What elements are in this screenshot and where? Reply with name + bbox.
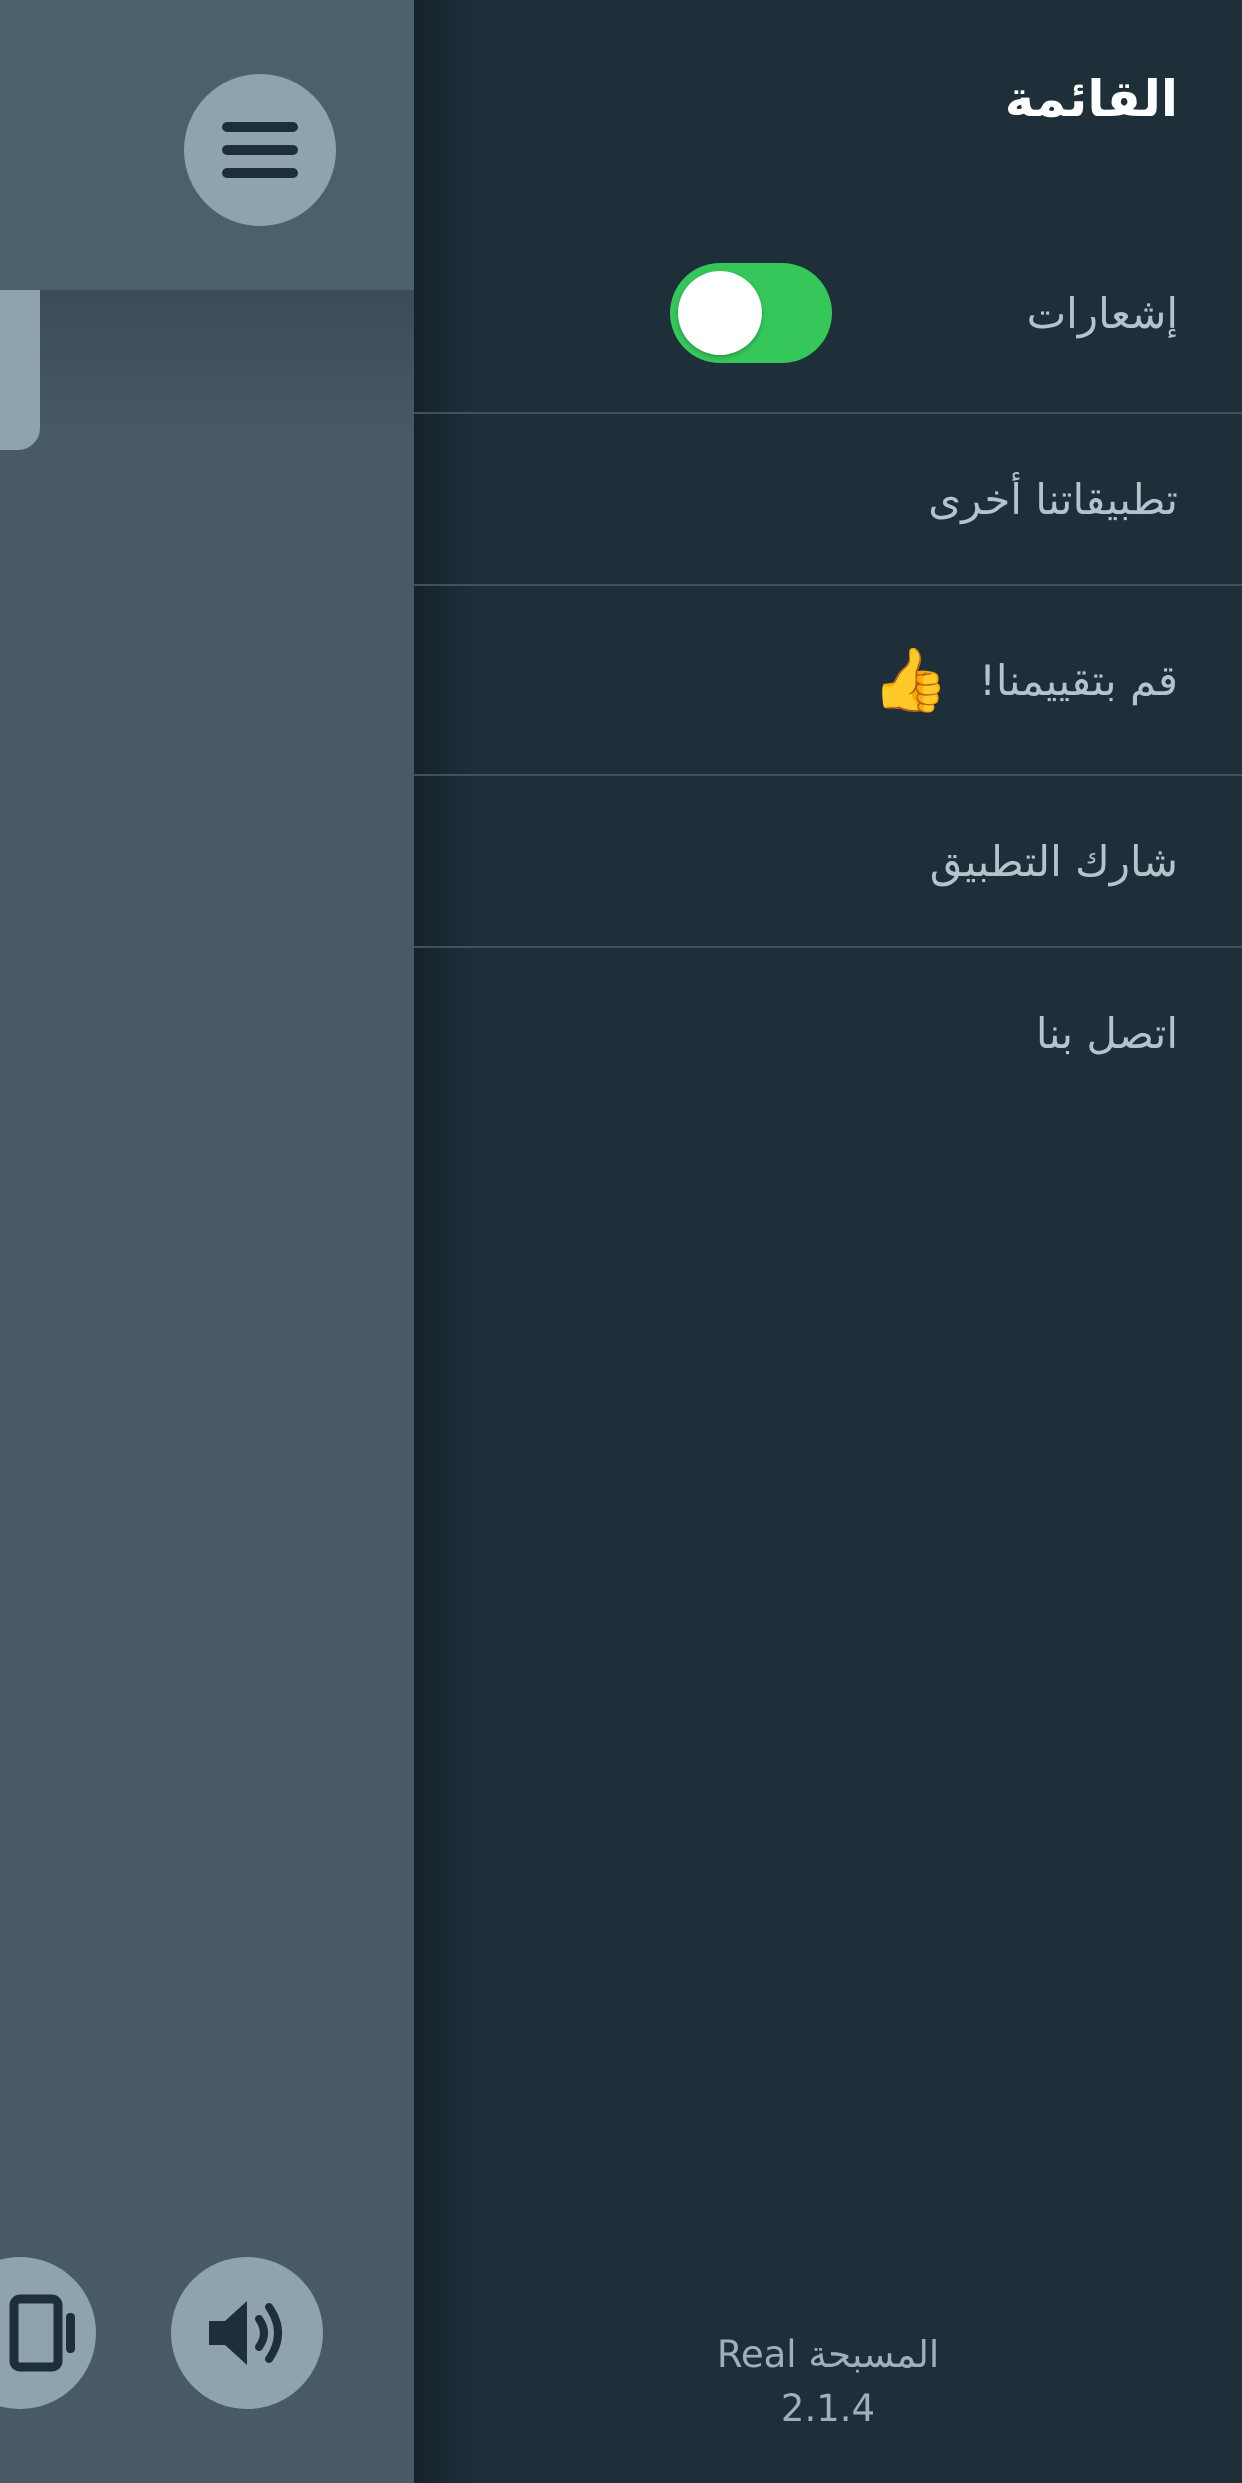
side-drawer: القائمة إشعارات تطبيقاتنا أخرى قم بتقييم…: [414, 0, 1242, 2483]
app-version: 2.1.4: [780, 2387, 876, 2430]
speaker-icon: [209, 2301, 282, 2365]
menu-button[interactable]: [184, 74, 336, 226]
drawer-title: القائمة: [1004, 70, 1178, 128]
device-icon: [9, 2294, 75, 2372]
vibrate-button[interactable]: [0, 2257, 96, 2409]
menu-item-label: شارك التطبيق: [929, 836, 1178, 886]
menu-item-label: تطبيقاتنا أخرى: [928, 474, 1178, 524]
menu-item-label: إشعارات: [1026, 288, 1178, 338]
menu-item-share-app[interactable]: شارك التطبيق: [414, 776, 1242, 946]
sound-button[interactable]: [171, 2257, 323, 2409]
app-info-footer: المسبحة Real 2.1.4: [414, 2328, 1242, 2436]
menu-item-other-apps[interactable]: تطبيقاتنا أخرى: [414, 414, 1242, 584]
menu-item-label: قم بتقييمنا!: [979, 655, 1178, 705]
app-name: المسبحة Real: [716, 2333, 940, 2376]
menu-item-contact-us[interactable]: اتصل بنا: [414, 948, 1242, 1118]
main-screen-overlay[interactable]: [0, 0, 414, 2483]
card-edge: [0, 290, 40, 450]
app-root: القائمة إشعارات تطبيقاتنا أخرى قم بتقييم…: [0, 0, 1242, 2483]
notifications-toggle[interactable]: [670, 263, 832, 363]
menu-item-rate-us[interactable]: قم بتقييمنا! 👍: [414, 586, 1242, 774]
top-bar-shadow: [0, 290, 414, 440]
toggle-knob: [678, 271, 762, 355]
thumbs-up-icon: 👍: [871, 643, 950, 716]
menu-item-label: اتصل بنا: [1035, 1008, 1178, 1058]
hamburger-menu-icon: [222, 122, 298, 178]
